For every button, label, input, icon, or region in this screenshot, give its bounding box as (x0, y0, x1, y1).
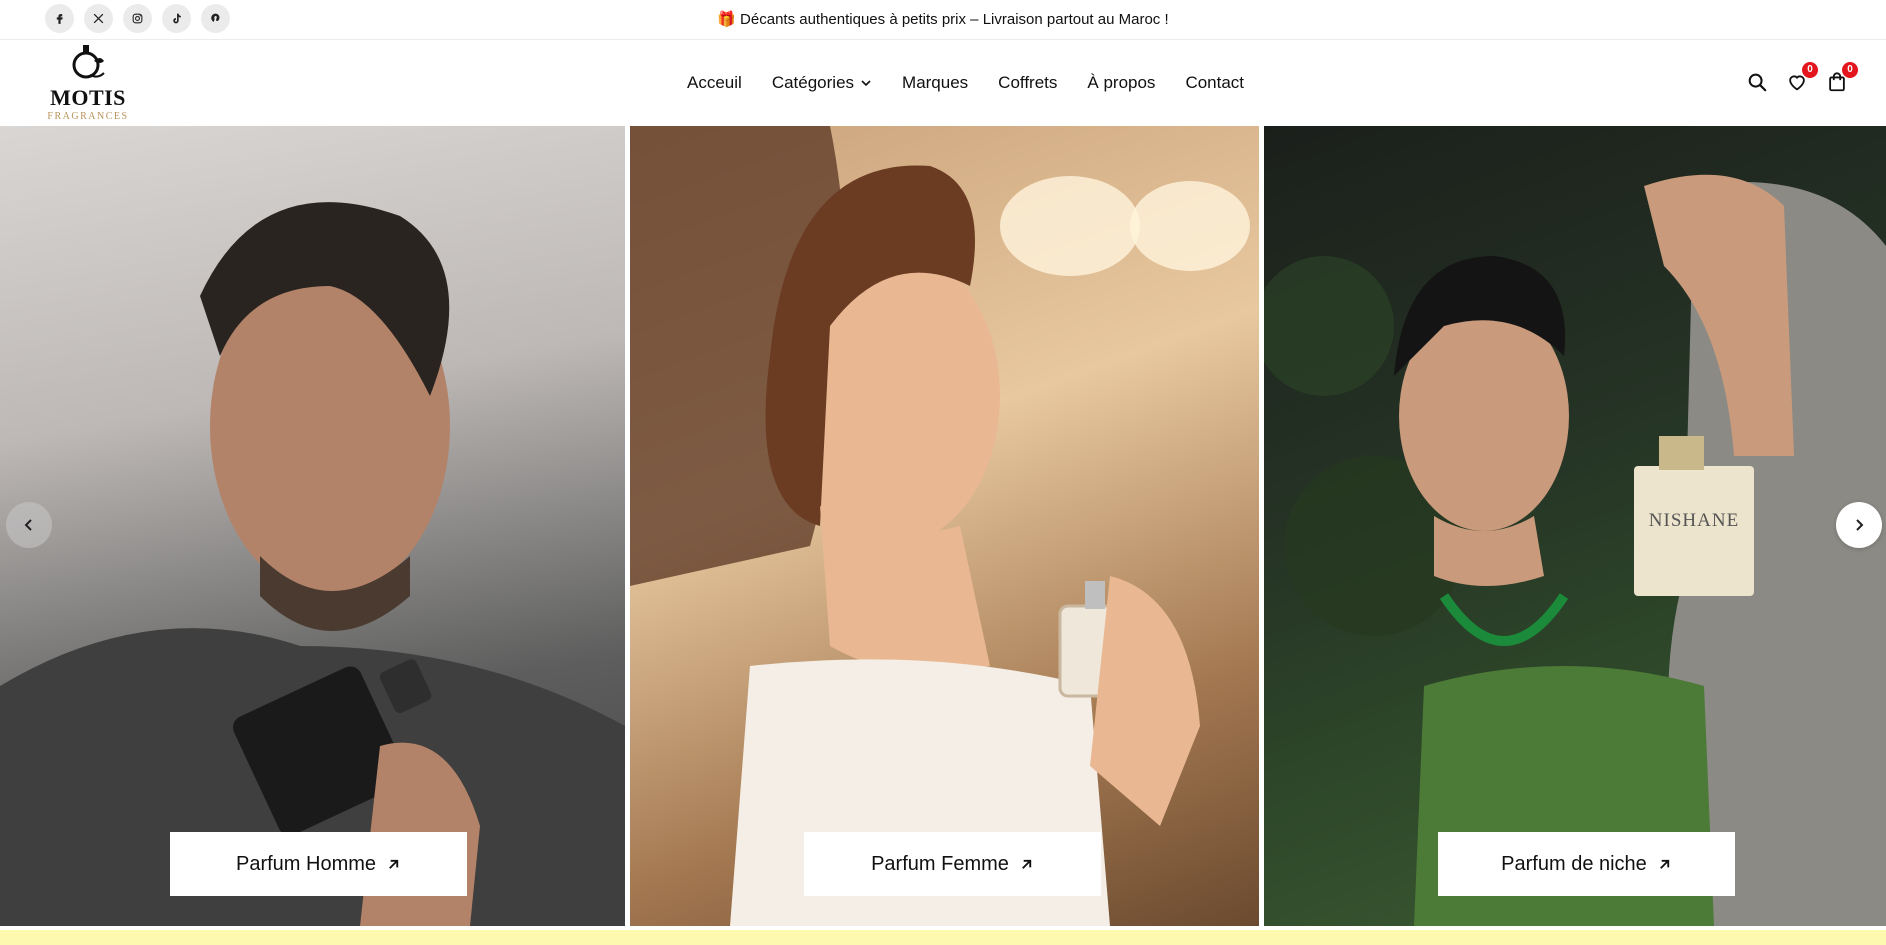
carousel-prev-button[interactable] (6, 502, 52, 548)
wishlist-count-badge: 0 (1802, 62, 1818, 78)
site-logo[interactable]: MOTIS FRAGRANCES (44, 43, 134, 125)
cta-label: Parfum Femme (871, 852, 1009, 875)
main-nav: Acceuil Catégories Marques Coffrets À pr… (687, 73, 1244, 93)
cta-label: Parfum Homme (235, 852, 377, 875)
nav-item-categories[interactable]: Catégories (772, 73, 872, 93)
hero-carousel: NISHANE Parfum Homme Parfum Femme Parfum… (0, 126, 1886, 926)
nav-item-acceuil[interactable]: Acceuil (687, 73, 742, 93)
logo-tagline: FRAGRANCES (47, 111, 129, 122)
arrow-up-right-icon (1659, 859, 1669, 869)
bottom-highlight-strip (0, 930, 1886, 945)
carousel-next-button[interactable] (1836, 502, 1882, 548)
nav-item-marques[interactable]: Marques (902, 73, 968, 93)
nav-label: À propos (1087, 73, 1156, 92)
site-header: MOTIS FRAGRANCES Acceuil Catégories Marq… (0, 41, 1886, 126)
arrow-up-right-icon (389, 859, 399, 869)
logo-wordmark: MOTIS (50, 85, 126, 110)
man-holding-perfume-image (0, 202, 625, 926)
search-icon (1748, 73, 1767, 92)
cart-button[interactable]: 0 (1826, 62, 1858, 93)
nav-label: Marques (902, 73, 969, 92)
parfum-de-niche-button[interactable]: Parfum de niche (1438, 832, 1735, 896)
gift-icon: 🎁 (717, 11, 737, 28)
hero-panel-femme[interactable] (630, 126, 1259, 926)
arrow-up-right-icon (1021, 859, 1032, 869)
nav-item-coffrets[interactable]: Coffrets (998, 73, 1057, 93)
search-button[interactable] (1746, 71, 1768, 93)
announcement-bar: 🎁 Décants authentiques à petits prix – Li… (0, 0, 1886, 40)
hero-panel-niche[interactable]: NISHANE (1264, 126, 1886, 926)
nav-item-contact[interactable]: Contact (1185, 73, 1244, 93)
chevron-left-icon (24, 519, 32, 531)
nav-label: Coffrets (998, 73, 1058, 92)
woman-spraying-perfume-image (630, 126, 1250, 926)
nav-label: Acceuil (687, 73, 742, 92)
nav-item-a-propos[interactable]: À propos (1087, 73, 1155, 93)
cart-count-badge: 0 (1842, 62, 1858, 78)
logo-mark-icon (72, 45, 105, 79)
nav-label: Catégories (771, 73, 855, 92)
wishlist-button[interactable]: 0 (1786, 62, 1818, 93)
chevron-right-icon (1856, 519, 1864, 531)
woman-with-niche-perfume-image: NISHANE (1264, 174, 1886, 926)
header-actions: 0 0 (1746, 62, 1858, 93)
announcement-text: 🎁 Décants authentiques à petits prix – Li… (0, 10, 1886, 28)
announcement-label: Décants authentiques à petits prix – Liv… (740, 11, 1169, 28)
nav-label: Contact (1185, 73, 1245, 92)
hero-panel-homme[interactable] (0, 126, 625, 926)
chevron-down-icon (861, 80, 871, 87)
parfum-femme-button[interactable]: Parfum Femme (804, 832, 1101, 896)
cta-label: Parfum de niche (1501, 852, 1647, 875)
parfum-homme-button[interactable]: Parfum Homme (170, 832, 467, 896)
svg-text:NISHANE: NISHANE (1649, 510, 1739, 531)
